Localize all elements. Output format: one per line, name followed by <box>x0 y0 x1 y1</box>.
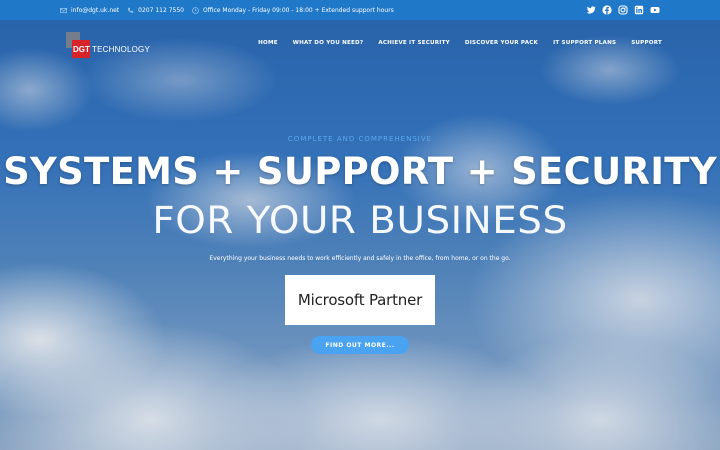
instagram-icon[interactable] <box>618 5 628 15</box>
find-out-more-button[interactable]: FIND OUT MORE... <box>311 336 409 354</box>
hero-lede: Everything your business needs to work e… <box>209 255 511 262</box>
hours-info: Office Monday - Friday 09:00 - 18:00 + E… <box>192 7 394 14</box>
nav-item-what-do-you-need[interactable]: WHAT DO YOU NEED? <box>293 40 364 46</box>
email-text: info@dgt.uk.net <box>71 6 120 14</box>
nav-item-home[interactable]: HOME <box>258 40 278 46</box>
facebook-icon[interactable] <box>602 5 612 15</box>
top-bar: info@dgt.uk.net 0207 112 7550 Office Mon… <box>0 0 720 20</box>
phone-icon <box>128 7 134 13</box>
nav-item-it-support-plans[interactable]: IT SUPPORT PLANS <box>553 40 616 46</box>
twitter-icon[interactable] <box>586 5 596 15</box>
nav-item-achieve-it-security[interactable]: ACHIEVE IT SECURITY <box>378 40 450 46</box>
nav-item-discover-your-pack[interactable]: DISCOVER YOUR PACK <box>465 40 538 46</box>
logo-mark-text: DGT <box>73 45 90 54</box>
hours-text: Office Monday - Friday 09:00 - 18:00 + E… <box>202 6 394 14</box>
logo-text: TECHNOLOGY <box>92 45 151 54</box>
email-link[interactable]: info@dgt.uk.net <box>60 7 119 14</box>
linkedin-icon[interactable] <box>634 5 644 15</box>
microsoft-partner-badge: Microsoft Partner <box>285 275 435 325</box>
partner-badge-text: Microsoft Partner <box>297 291 423 309</box>
clock-icon <box>192 6 199 14</box>
nav-item-support[interactable]: SUPPORT <box>631 40 662 46</box>
phone-text: 0207 112 7550 <box>138 6 184 14</box>
hero-eyebrow: COMPLETE AND COMPREHENSIVE <box>287 135 433 143</box>
social-links <box>586 5 660 15</box>
youtube-icon[interactable] <box>650 5 660 15</box>
phone-link[interactable]: 0207 112 7550 <box>127 7 184 14</box>
hero-headline: SYSTEMS + SUPPORT + SECURITY <box>3 150 717 193</box>
envelope-icon <box>60 7 67 13</box>
main-nav: HOME WHAT DO YOU NEED? ACHIEVE IT SECURI… <box>258 40 662 46</box>
hero-subheadline: FOR YOUR BUSINESS <box>152 199 568 242</box>
site-logo[interactable]: DGT TECHNOLOGY <box>62 32 162 60</box>
contact-info: info@dgt.uk.net 0207 112 7550 Office Mon… <box>60 7 394 14</box>
